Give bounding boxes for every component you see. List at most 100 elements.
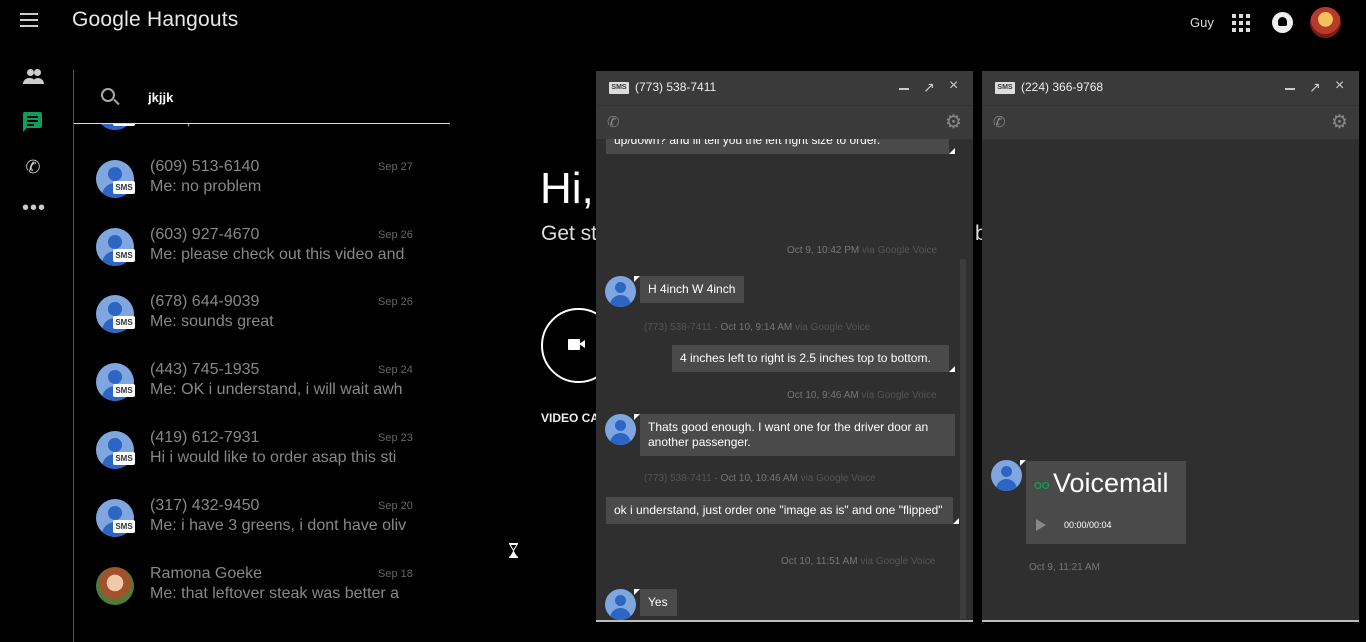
conversation-snippet: Me: no problem [150, 177, 262, 195]
more-options-icon[interactable]: ••• [22, 198, 45, 222]
main-menu-icon[interactable] [20, 10, 44, 32]
phone-calls-icon[interactable]: ✆ [22, 156, 44, 178]
voicemail-icon: ΟΟ [1034, 481, 1050, 492]
welcome-subtitle: Get st [541, 222, 598, 245]
sms-badge-icon: SMS [113, 384, 135, 398]
app-title: Google Hangouts [72, 8, 239, 31]
message-timestamp: (773) 538-7411 · Oct 10, 9:14 AM via Goo… [644, 322, 871, 333]
conversation-date: Sep 18 [378, 567, 413, 580]
message-time: Oct 10, 11:51 AM [781, 556, 858, 567]
conversation-snippet: Me: i have 3 greens, i dont have oliv [150, 516, 407, 534]
conversations-icon[interactable] [22, 111, 44, 133]
list-item[interactable]: SMS (678) 644-9039 Me: sounds great Sep 26 [74, 293, 450, 363]
conversation-snippet: Me: please check out this video and [150, 245, 405, 263]
minimize-icon[interactable] [899, 88, 909, 90]
message-via: via Google Voice [861, 390, 937, 401]
list-item[interactable]: SMS (317) 432-9450 Me: i have 3 greens, i … [74, 496, 450, 567]
conversation-snippet: Me: sounds great [150, 313, 274, 331]
message-timestamp: Oct 10, 9:46 AM via Google Voice [787, 390, 937, 401]
message-time: Oct 10, 9:14 AM [720, 322, 793, 333]
conversation-name: (603) 927-4670 [150, 225, 260, 243]
chat-window-a: SMS (773) 538-7411 ↗ × ✆ ⚙ up/down? and … [596, 71, 973, 622]
chat-b-input-divider [982, 620, 1359, 622]
incoming-message: Thats good enough. I want one for the dr… [640, 414, 955, 456]
message-time: Oct 10, 9:46 AM [787, 390, 859, 401]
chat-a-title: (773) 538-7411 [635, 80, 717, 94]
pop-out-icon[interactable]: ↗ [923, 79, 935, 96]
video-camera-icon [568, 339, 585, 350]
conversation-date: Sep 24 [378, 364, 413, 377]
contact-photo [96, 566, 134, 605]
settings-gear-icon[interactable]: ⚙ [1331, 111, 1348, 134]
video-call-label: VIDEO CA [541, 411, 600, 425]
message-via: via Google Voice [800, 473, 876, 484]
sms-badge-icon: SMS [113, 519, 135, 533]
message-time: Oct 9, 10:42 PM [787, 245, 860, 256]
conversation-snippet: Me: OK i understand, i will wait awh [150, 381, 403, 399]
message-time: Oct 10, 10:46 AM [720, 473, 798, 484]
message-via: via Google Voice [862, 245, 938, 256]
contact-avatar [605, 276, 636, 307]
message-timestamp: Oct 9, 10:42 PM via Google Voice [787, 245, 937, 256]
call-phone-icon[interactable]: ✆ [607, 113, 620, 131]
chat-window-b: SMS (224) 366-9768 ↗ × ✆ ⚙ ΟΟ Voicemail … [982, 71, 1359, 622]
notifications-icon[interactable] [1272, 12, 1293, 33]
chat-a-toolbar: ✆ ⚙ [596, 105, 973, 139]
sms-badge-icon: SMS [609, 82, 629, 94]
list-item[interactable]: SMS (609) 513-6140 Me: no problem Sep 27 [74, 157, 450, 228]
contacts-icon[interactable] [22, 67, 44, 89]
voicemail-timestamp: Oct 9, 11:21 AM [1029, 562, 1100, 573]
settings-gear-icon[interactable]: ⚙ [945, 111, 962, 134]
minimize-icon[interactable] [1285, 88, 1295, 90]
conversation-snippet: Me: that leftover steak was better a [150, 584, 400, 602]
chat-b-title: (224) 366-9768 [1021, 80, 1104, 94]
apps-grid-icon[interactable] [1232, 14, 1250, 32]
voicemail-duration: 00:00/00:04 [1064, 520, 1112, 530]
sms-badge-icon: SMS [113, 316, 135, 330]
list-item[interactable]: Ramona Goeke Me: that leftover steak was … [74, 565, 450, 635]
list-item[interactable]: SMS (419) 612-7931 Hi i would like to orde… [74, 429, 450, 499]
search-icon[interactable] [101, 88, 115, 102]
sms-badge-icon: SMS [113, 452, 135, 465]
account-avatar[interactable] [1310, 7, 1341, 38]
list-item[interactable]: SMS (603) 927-4670 Me: please check out th… [74, 225, 450, 296]
conversation-name: (678) 644-9039 [150, 293, 260, 311]
message-timestamp: Oct 10, 11:51 AM via Google Voice [781, 556, 935, 567]
close-icon[interactable]: × [949, 77, 958, 95]
top-bar: Google Hangouts Guy [0, 0, 1366, 44]
close-icon[interactable]: × [1335, 77, 1344, 95]
search-bar [74, 70, 450, 124]
list-item[interactable]: SMS (443) 745-1935 Me: OK i understand, i … [74, 361, 450, 431]
chat-a-messages[interactable]: up/down? and ill tell you the left right… [596, 139, 973, 622]
chat-b-messages[interactable]: ΟΟ Voicemail 00:00/00:04 Oct 9, 11:21 AM [982, 139, 1359, 622]
message-tail [949, 366, 955, 372]
message-sender: (773) 538-7411 [644, 322, 712, 333]
chat-b-header[interactable]: SMS (224) 366-9768 ↗ × [982, 71, 1359, 105]
conversation-name: (317) 432-9450 [150, 496, 260, 514]
call-phone-icon[interactable]: ✆ [993, 113, 1006, 131]
sms-badge-icon: SMS [113, 248, 135, 262]
chat-a-scrollbar[interactable] [960, 259, 966, 619]
voicemail-title: Voicemail [1053, 468, 1169, 498]
chat-a-header[interactable]: SMS (773) 538-7411 ↗ × [596, 71, 973, 105]
conversation-date: Sep 20 [378, 499, 413, 512]
chat-b-toolbar: ✆ ⚙ [982, 105, 1359, 139]
contact-avatar [605, 414, 636, 445]
search-input[interactable] [148, 86, 428, 108]
message-via: via Google Voice [795, 322, 871, 333]
user-name[interactable]: Guy [1190, 15, 1214, 30]
outgoing-message: up/down? and ill tell you the left right… [606, 139, 949, 154]
incoming-message: H 4inch W 4inch [640, 276, 744, 303]
incoming-message: Yes [640, 589, 677, 616]
chat-a-input-divider [596, 620, 973, 622]
message-tail [953, 518, 959, 524]
sms-badge-icon: SMS [995, 82, 1015, 94]
play-icon[interactable] [1036, 519, 1046, 531]
pop-out-icon[interactable]: ↗ [1309, 79, 1321, 96]
conversation-date: Sep 23 [378, 432, 413, 444]
welcome-greeting: Hi, [540, 164, 594, 213]
message-timestamp: (773) 538-7411 · Oct 10, 10:46 AM via Go… [644, 473, 876, 484]
conversation-date: Sep 26 [378, 296, 413, 309]
message-tail [949, 148, 955, 154]
conversation-name: (609) 513-6140 [150, 157, 260, 175]
